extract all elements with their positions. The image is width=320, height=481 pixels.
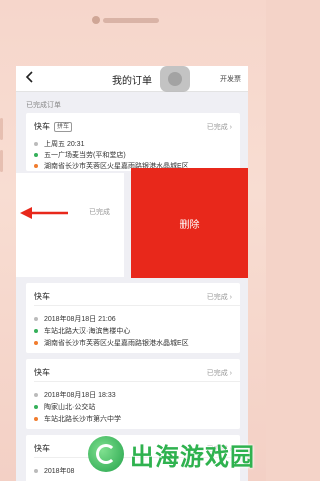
watermark-text: 出海游戏园: [130, 443, 255, 471]
order-time: 2018年08月18日 18:33: [44, 392, 116, 399]
order-card[interactable]: 快车 已完成 › 2018年08月18日 21:06 车站北路大汉·海滨售楼中心…: [26, 283, 240, 353]
order-time-row: 2018年08月18日 18:33: [34, 390, 116, 400]
nav-bar: 我的订单 开发票: [16, 66, 248, 92]
time-dot-icon: [34, 142, 38, 146]
order-time-row: 2018年08月18日 21:06: [34, 314, 116, 324]
order-end-row: 车站北路长沙市第六中学: [34, 414, 121, 424]
time-dot-icon: [34, 317, 38, 321]
watermark-logo-icon: [88, 436, 124, 472]
order-type: 快车 拼车: [34, 121, 73, 132]
swiped-order-card[interactable]: 已完成: [16, 173, 124, 277]
section-title: 已完成订单: [26, 102, 61, 109]
order-start: 车站北路大汉·海滨售楼中心: [44, 328, 131, 335]
invoice-link[interactable]: 开发票: [220, 74, 241, 84]
order-status[interactable]: 已完成 ›: [207, 292, 232, 302]
swipe-left-arrow-icon: [20, 207, 68, 219]
end-dot-icon: [34, 164, 38, 168]
order-status: 已完成: [89, 209, 110, 216]
end-dot-icon: [34, 341, 38, 345]
order-time: 2018年08: [44, 468, 75, 475]
start-dot-icon: [34, 329, 38, 333]
order-time-row: 2018年08: [34, 466, 74, 476]
page-title: 我的订单: [112, 76, 152, 87]
start-dot-icon: [34, 153, 38, 157]
time-dot-icon: [34, 393, 38, 397]
order-status[interactable]: 已完成 ›: [207, 122, 232, 132]
order-start-row: 五一广场麦当劳(平和堂店): [34, 150, 126, 160]
card-divider: [34, 305, 240, 306]
volume-button: [0, 118, 3, 140]
order-type-label: 快车: [34, 368, 50, 377]
order-start: 陶家山北·公交站: [44, 404, 96, 411]
order-time-row: 上周五 20:31: [34, 139, 84, 149]
time-dot-icon: [34, 469, 38, 473]
order-type: 快车: [34, 443, 50, 454]
order-card[interactable]: 快车 已完成 › 2018年08月18日 18:33 陶家山北·公交站 车站北路…: [26, 359, 240, 429]
order-status[interactable]: 已完成 ›: [207, 368, 232, 378]
order-end: 湖南省长沙市芙蓉区火星嘉雨路银港水晶城E区: [44, 340, 189, 347]
assistive-touch-button[interactable]: [160, 66, 190, 92]
order-start: 五一广场麦当劳(平和堂店): [44, 152, 126, 159]
volume-button: [0, 150, 3, 172]
order-time: 上周五 20:31: [44, 141, 85, 148]
end-dot-icon: [34, 417, 38, 421]
order-card[interactable]: 快车 拼车 已完成 › 上周五 20:31 五一广场麦当劳(平和堂店) 湖南省长…: [26, 113, 240, 171]
order-end: 车站北路长沙市第六中学: [44, 416, 121, 423]
order-type-label: 快车: [34, 122, 50, 131]
order-time: 2018年08月18日 21:06: [44, 316, 116, 323]
order-type: 快车: [34, 367, 50, 378]
card-divider: [34, 381, 240, 382]
order-start-row: 陶家山北·公交站: [34, 402, 95, 412]
carpool-tag: 拼车: [54, 121, 73, 132]
camera-icon: [92, 16, 100, 24]
order-type-label: 快车: [34, 292, 50, 301]
delete-button[interactable]: 删除: [131, 168, 248, 278]
app-screen: 我的订单 开发票 已完成订单 快车 拼车 已完成 › 上周五 20:31 五一广…: [16, 66, 248, 481]
order-type: 快车: [34, 291, 50, 302]
order-type-label: 快车: [34, 444, 50, 453]
order-start-row: 车站北路大汉·海滨售楼中心: [34, 326, 130, 336]
speaker-grille: [103, 18, 159, 23]
watermark: 出海游戏园: [88, 434, 260, 474]
order-end-row: 湖南省长沙市芙蓉区火星嘉雨路银港水晶城E区: [34, 338, 189, 348]
start-dot-icon: [34, 405, 38, 409]
